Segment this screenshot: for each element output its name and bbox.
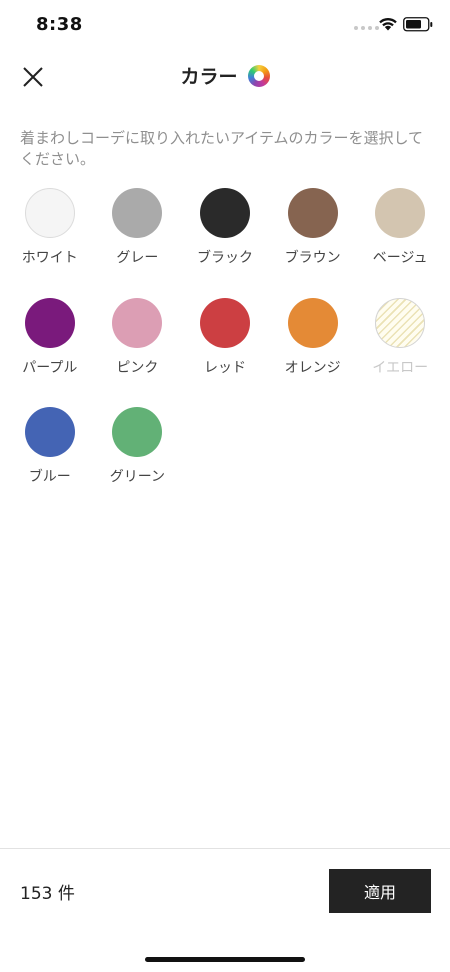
- color-swatch: [287, 297, 338, 348]
- color-label: パープル: [22, 359, 78, 376]
- color-label: ブラック: [196, 250, 253, 266]
- header: カラー: [0, 52, 450, 102]
- color-swatch: [287, 188, 338, 238]
- status-time: 8:38: [36, 14, 83, 35]
- color-option[interactable]: ブラウン: [269, 186, 357, 296]
- color-option[interactable]: ベージュ: [356, 186, 444, 296]
- color-option[interactable]: グリーン: [94, 405, 182, 515]
- color-label: イエロー: [372, 359, 429, 376]
- color-swatch: [112, 407, 163, 457]
- wifi-icon: [379, 17, 397, 31]
- color-option[interactable]: ピンク: [94, 296, 182, 406]
- color-label: グレー: [116, 250, 159, 266]
- color-swatch: [199, 297, 250, 348]
- color-wheel-icon: [247, 64, 270, 87]
- color-swatch: [112, 188, 163, 238]
- signal-icon: [354, 26, 379, 30]
- description-text: 着まわしコーデに取り入れたいアイテムのカラーを選択してください。: [20, 129, 424, 168]
- color-option[interactable]: ブラック: [181, 186, 269, 296]
- title-wrap: カラー: [0, 62, 450, 89]
- page: 8:38 カラー 着まわしコーデに取り入れたいアイテムのカラーを選択してください…: [0, 0, 450, 972]
- color-swatch: [24, 297, 75, 348]
- color-swatch: [199, 188, 250, 238]
- footer: 153 件 適用: [0, 848, 450, 972]
- home-indicator: [145, 957, 305, 962]
- color-option[interactable]: レッド: [181, 296, 269, 406]
- apply-button[interactable]: 適用: [329, 869, 431, 913]
- color-label: ホワイト: [21, 250, 78, 266]
- color-swatch: [24, 407, 75, 457]
- color-label: オレンジ: [284, 359, 341, 376]
- color-grid: ホワイト グレー ブラック ブラウン ベージュパープル ピンク レッド オレンジ イエローブルー…: [6, 186, 446, 515]
- color-label: ベージュ: [372, 250, 428, 266]
- page-title: カラー: [180, 66, 238, 88]
- color-label: ピンク: [116, 359, 159, 376]
- color-swatch: [375, 188, 426, 238]
- color-label: ブラウン: [284, 250, 341, 266]
- color-option[interactable]: ホワイト: [6, 186, 94, 296]
- color-swatch: [24, 188, 75, 238]
- color-label: レッド: [203, 359, 246, 376]
- color-option[interactable]: オレンジ: [269, 296, 357, 406]
- color-swatch: [112, 297, 163, 348]
- color-option: イエロー: [356, 296, 444, 406]
- color-swatch: [375, 297, 426, 348]
- status-bar: 8:38: [0, 0, 450, 50]
- color-label: ブルー: [28, 469, 71, 485]
- battery-icon: [403, 17, 433, 32]
- color-label: グリーン: [109, 469, 166, 485]
- color-option[interactable]: パープル: [6, 296, 94, 406]
- color-option[interactable]: グレー: [94, 186, 182, 296]
- color-option[interactable]: ブルー: [6, 405, 94, 515]
- result-count: 153 件: [20, 884, 75, 904]
